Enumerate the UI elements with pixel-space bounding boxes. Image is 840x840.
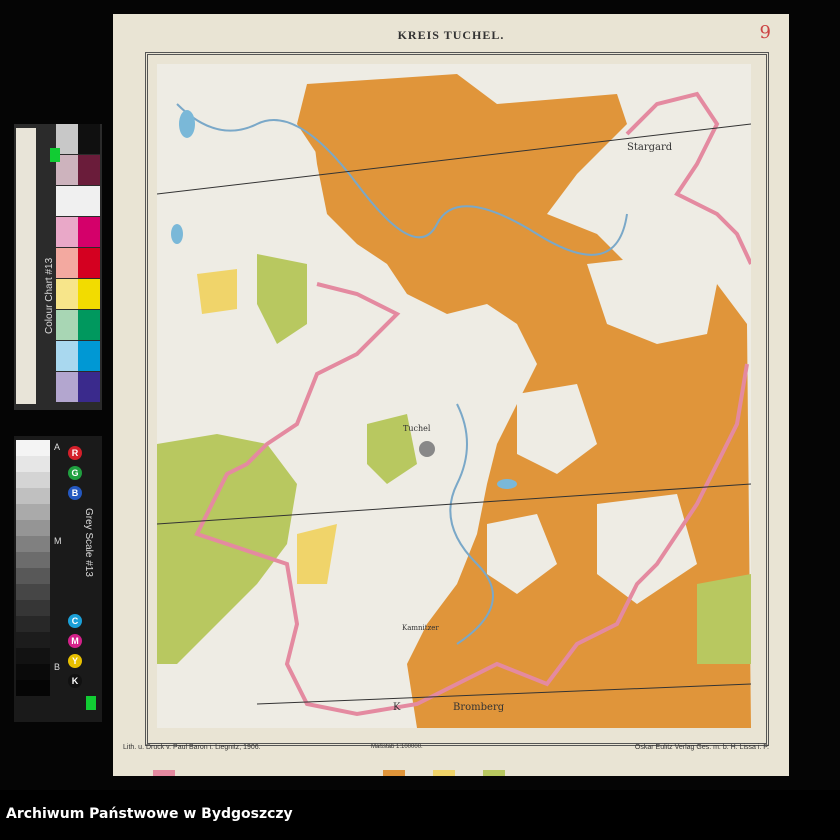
colour-chart-label: Colour Chart #13	[44, 257, 55, 334]
archive-name: Archiwum Państwowe w Bydgoszczy	[6, 806, 293, 822]
chart-swatch	[78, 279, 100, 309]
chart-swatch	[78, 186, 100, 216]
ruler-strip	[16, 128, 36, 404]
scale-label: Maßstab 1:100000.	[371, 744, 423, 750]
grey-letter-b: B	[54, 662, 61, 672]
town-marker	[419, 441, 435, 457]
chart-swatch	[56, 279, 78, 309]
lake	[497, 479, 517, 489]
label-kamnitzer: Kamnitzer	[402, 624, 439, 632]
grey-patch	[16, 680, 50, 696]
chart-swatch	[56, 341, 78, 371]
chart-swatch	[78, 155, 100, 185]
grey-patch	[16, 536, 50, 552]
grey-patch	[16, 584, 50, 600]
legend-swatch-boundary	[153, 770, 175, 776]
grey-patch	[16, 440, 50, 456]
label-k: K	[393, 702, 401, 713]
label-bromberg: Bromberg	[453, 702, 505, 713]
grey-patch	[16, 600, 50, 616]
colour-chart: Colour Chart #13	[14, 124, 102, 410]
label-stargard: Stargard	[627, 142, 673, 153]
map-area: Stargard Tuchel Kamnitzer Bromberg K	[157, 64, 751, 728]
sheet-number-stamp: 9	[759, 22, 771, 43]
grey-patch	[16, 664, 50, 680]
label-tuchel: Tuchel	[403, 424, 431, 433]
publisher-credit: Oskar Eulitz Verlag Ges. m. b. H. Lissa …	[634, 744, 769, 751]
chart-swatch	[56, 217, 78, 247]
chart-swatch	[56, 310, 78, 340]
legend-swatch-forest	[383, 770, 405, 776]
lake	[179, 110, 195, 138]
yellow-area	[297, 524, 337, 584]
grey-patch	[16, 568, 50, 584]
chart-swatch	[78, 310, 100, 340]
dot-c: C	[68, 614, 82, 628]
legend-swatch-green	[483, 770, 505, 776]
meadow-area-north	[257, 254, 307, 344]
grey-patch	[16, 456, 50, 472]
chart-swatch	[78, 217, 100, 247]
chart-swatch	[78, 248, 100, 278]
dot-b: B	[68, 486, 82, 500]
grey-patch	[16, 472, 50, 488]
legend-swatch-yellow	[433, 770, 455, 776]
chart-swatch	[78, 372, 100, 402]
grey-logo	[86, 696, 96, 710]
dot-g: G	[68, 466, 82, 480]
lake	[171, 224, 183, 244]
grey-patch	[16, 488, 50, 504]
chart-swatch	[56, 186, 78, 216]
grey-patch	[16, 520, 50, 536]
printer-credit: Lith. u. Druck v. Paul Baron i. Liegnitz…	[123, 744, 261, 751]
chart-swatch	[56, 248, 78, 278]
meadow-area-east	[697, 574, 751, 664]
grey-letter-m: M	[54, 536, 62, 546]
grey-patch	[16, 648, 50, 664]
district-boundary-ne	[625, 91, 751, 265]
chart-logo	[50, 148, 60, 162]
yellow-area	[197, 269, 237, 314]
chart-swatch	[78, 124, 100, 154]
map-sheet: KREIS TUCHEL. 9 Stargard Tuchel Kamnitze…	[113, 14, 789, 776]
chart-swatch	[78, 341, 100, 371]
dot-y: Y	[68, 654, 82, 668]
grey-scale-label: Grey Scale #13	[83, 508, 94, 577]
chart-swatch	[56, 372, 78, 402]
grey-patch	[16, 504, 50, 520]
grey-scale: A M B R G B C M Y K Grey Scale #13	[14, 436, 102, 722]
grey-patch	[16, 552, 50, 568]
map-title: KREIS TUCHEL.	[397, 28, 505, 42]
dot-r: R	[68, 446, 82, 460]
dot-m: M	[68, 634, 82, 648]
map-drawing	[157, 74, 751, 728]
meadow-area-west	[157, 434, 297, 664]
grey-letter-a: A	[54, 442, 61, 452]
grey-patch	[16, 632, 50, 648]
grey-patch	[16, 616, 50, 632]
dot-k: K	[68, 674, 82, 688]
